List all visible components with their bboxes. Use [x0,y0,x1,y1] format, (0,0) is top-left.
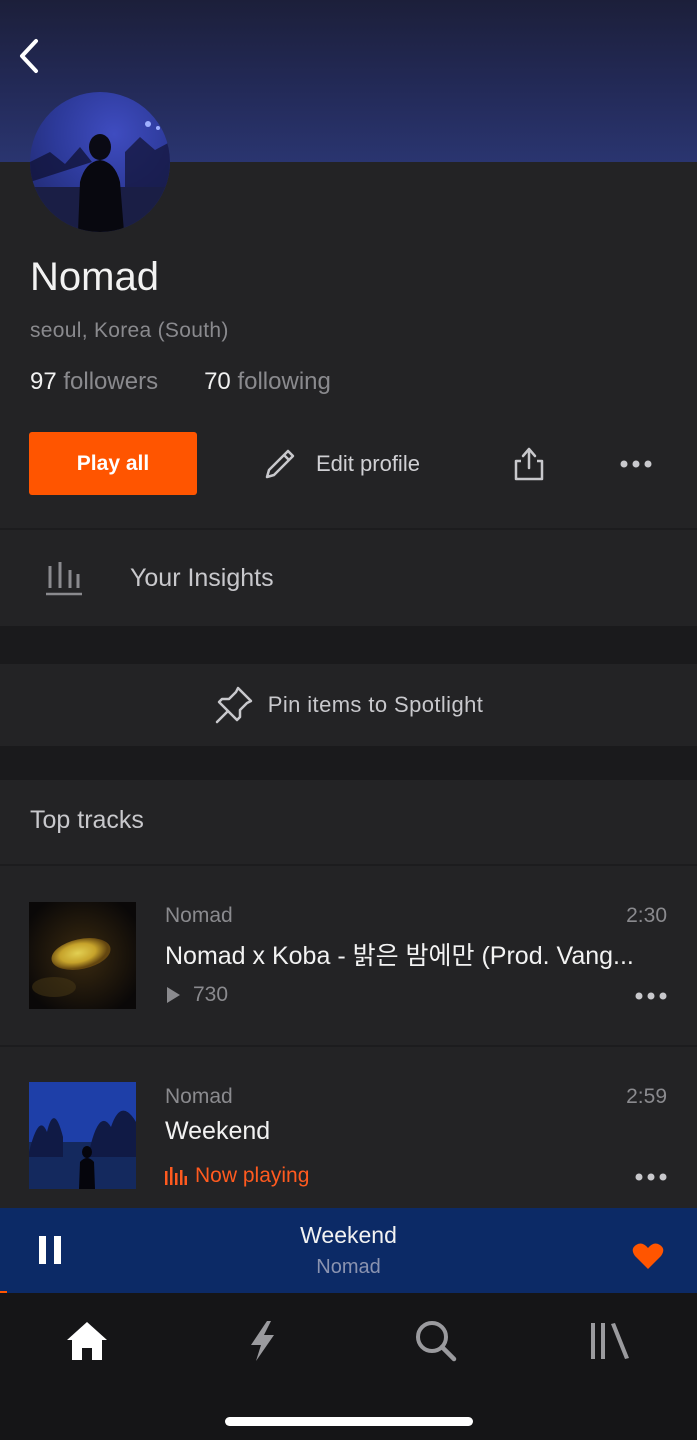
track-duration: 2:30 [626,904,667,927]
track-duration: 2:59 [626,1085,667,1108]
track-play-count: 730 [193,983,229,1006]
bar-chart-icon [46,562,82,596]
track-title: Weekend [165,1117,271,1145]
like-button[interactable] [632,1242,664,1270]
player-track-title: Weekend [300,1222,397,1248]
now-playing-indicator: Now playing [165,1164,309,1188]
tab-search[interactable] [406,1313,466,1369]
top-tracks-heading: Top tracks [30,806,144,834]
chevron-left-icon [20,39,38,73]
play-all-button[interactable]: Play all [29,432,197,495]
lightning-icon [251,1321,274,1361]
player-track-artist: Nomad [316,1256,381,1278]
pin-to-spotlight-label: Pin items to Spotlight [267,692,484,717]
pin-to-spotlight-row[interactable]: Pin items to Spotlight [0,664,697,746]
following-link[interactable]: 70 following [204,368,331,396]
now-playing-label: Now playing [195,1164,310,1187]
section-gap [0,746,697,780]
library-icon [591,1323,629,1359]
profile-stats: 97 followers 70 following [30,368,331,396]
track-row[interactable]: Nomad 2:59 Weekend Now playing [0,1047,697,1227]
share-icon [514,447,544,481]
tab-stream[interactable] [232,1313,292,1369]
track-artwork [29,1082,136,1189]
tab-library[interactable] [580,1313,640,1369]
track-row[interactable]: Nomad 2:30 Nomad x Koba - 밝은 밤에만 (Prod. … [0,866,697,1046]
track-title: Nomad x Koba - 밝은 밤에만 (Prod. Vang... [165,942,634,970]
tab-home[interactable] [57,1313,117,1369]
following-count: 70 [204,368,231,395]
back-button[interactable] [12,36,46,76]
track-artist: Nomad [165,904,233,927]
play-count-icon [167,987,180,1003]
pin-icon [215,686,253,724]
section-gap [0,626,697,664]
ellipsis-icon [635,1173,667,1181]
search-icon [416,1321,457,1362]
followers-link[interactable]: 97 followers [30,368,158,396]
avatar[interactable] [30,92,170,232]
track-artist: Nomad [165,1085,233,1108]
edit-profile-button[interactable]: Edit profile [262,442,420,486]
track-plays: 730 [165,983,228,1007]
home-icon [67,1322,107,1360]
pencil-icon [265,449,295,479]
profile-location: seoul, Korea (South) [30,319,229,342]
equalizer-icon [165,1167,187,1185]
edit-profile-label: Edit profile [316,451,420,476]
track-artwork [29,902,136,1009]
share-button[interactable] [508,442,550,486]
ellipsis-icon [620,460,652,468]
mini-player[interactable]: Weekend Nomad [0,1208,697,1293]
your-insights-label: Your Insights [130,563,274,592]
track-more-button[interactable] [633,986,669,1006]
more-options-button[interactable] [612,446,660,482]
followers-count: 97 [30,368,57,395]
track-more-button[interactable] [633,1167,669,1187]
following-label: following [237,368,331,395]
profile-name: Nomad [30,255,159,299]
your-insights-row[interactable]: Your Insights [0,530,697,626]
ellipsis-icon [635,992,667,1000]
avatar-image [30,121,170,232]
followers-label: followers [63,368,159,395]
heart-icon [632,1243,664,1269]
home-indicator [225,1417,473,1426]
